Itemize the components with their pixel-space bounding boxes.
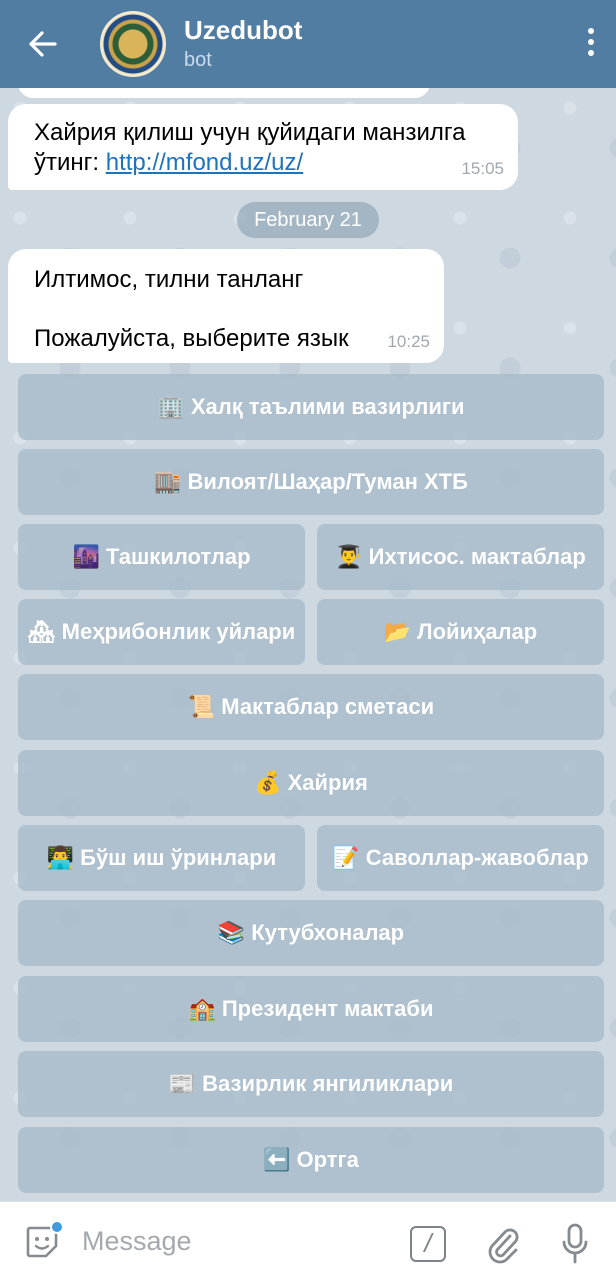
- keyboard-button-label: Хайрия: [287, 770, 368, 795]
- newspaper-icon: 📰: [168, 1071, 197, 1096]
- school-icon: 🏫: [188, 996, 216, 1021]
- keyboard-button-label: Бўш иш ўринлари: [80, 845, 277, 870]
- keyboard-button-presidential-school[interactable]: 🏫 Президент мактаби: [18, 976, 604, 1042]
- keyboard-button-faq[interactable]: 📝 Саволлар-жавоблар: [317, 825, 604, 891]
- chat-title: Uzedubot: [184, 15, 303, 45]
- office-building-icon: 🏢: [157, 394, 185, 419]
- books-icon: 📚: [217, 920, 246, 945]
- keyboard-button-charity[interactable]: 💰 Хайрия: [18, 750, 604, 816]
- chat-subtitle: bot: [184, 49, 212, 71]
- arrow-left-icon: [29, 31, 57, 57]
- message-input[interactable]: Message: [82, 1226, 192, 1257]
- message-bubble[interactable]: Хайрия қилиш учун қуйидаги манзилга ўтин…: [8, 104, 518, 190]
- back-button[interactable]: [0, 0, 86, 88]
- bot-avatar[interactable]: [100, 11, 166, 77]
- keyboard-button-label: Лойиҳалар: [417, 619, 538, 644]
- message-link[interactable]: http://mfond.uz/uz/: [106, 149, 303, 176]
- keyboard-button-back[interactable]: ⬅️ Ортга: [18, 1127, 604, 1193]
- student-icon: 👨‍🎓: [335, 544, 363, 569]
- message-time: 10:25: [387, 332, 430, 351]
- message-input-bar: Message /: [0, 1201, 616, 1280]
- keyboard-button-label: Халқ таълими вазирлиги: [190, 394, 465, 419]
- message-bubble-partial: [18, 88, 430, 98]
- keyboard-button-organizations[interactable]: 🌆 Ташкилотлар: [18, 524, 305, 590]
- houses-icon: 🏘: [27, 619, 56, 644]
- date-separator: February 21: [237, 202, 379, 238]
- keyboard-button-label: Саволлар-жавоблар: [365, 845, 589, 870]
- memo-icon: 📝: [332, 845, 360, 870]
- scroll-icon: 📜: [187, 694, 216, 719]
- keyboard-button-label: Ортга: [296, 1147, 359, 1172]
- keyboard-button-label: Вазирлик янгиликлари: [202, 1071, 454, 1096]
- notification-dot: [50, 1220, 64, 1234]
- keyboard-button-regional[interactable]: 🏬 Вилоят/Шаҳар/Туман ХТБ: [18, 449, 604, 515]
- keyboard-button-news[interactable]: 📰 Вазирлик янгиликлари: [18, 1051, 604, 1117]
- chat-header: Uzedubot bot: [0, 0, 616, 88]
- keyboard-button-ministry[interactable]: 🏢 Халқ таълими вазирлиги: [18, 374, 604, 440]
- paperclip-icon[interactable]: [484, 1224, 520, 1264]
- bot-command-icon[interactable]: /: [410, 1226, 446, 1262]
- keyboard-button-projects[interactable]: 📂 Лойиҳалар: [317, 599, 604, 665]
- chat-title-block[interactable]: Uzedubot bot: [184, 14, 302, 74]
- city-icon: 🌆: [72, 544, 100, 569]
- folder-icon: 📂: [383, 619, 412, 644]
- keyboard-button-label: Мактаблар сметаси: [221, 694, 435, 719]
- keyboard-button-label: Президент мактаби: [221, 996, 434, 1021]
- keyboard-button-label: Ташкилотлар: [105, 544, 251, 569]
- arrow-left-box-icon: ⬅️: [263, 1147, 291, 1172]
- keyboard-button-orphanages[interactable]: 🏘 Меҳрибонлик уйлари: [18, 599, 305, 665]
- more-vertical-icon[interactable]: [586, 28, 596, 60]
- keyboard-button-label: Меҳрибонлик уйлари: [61, 619, 296, 644]
- microphone-icon[interactable]: [560, 1222, 590, 1266]
- message-line: Илтимос, тилни танланг: [34, 266, 304, 293]
- keyboard-button-vacancies[interactable]: 👨‍💻 Бўш иш ўринлари: [18, 825, 305, 891]
- keyboard-button-school-budget[interactable]: 📜 Мактаблар сметаси: [18, 674, 604, 740]
- keyboard-button-label: Кутубхоналар: [251, 920, 405, 945]
- technologist-icon: 👨‍💻: [46, 845, 75, 870]
- message-bubble[interactable]: Илтимос, тилни танланг Пожалуйста, выбер…: [8, 249, 444, 363]
- keyboard-button-libraries[interactable]: 📚 Кутубхоналар: [18, 900, 604, 966]
- message-line: Пожалуйста, выберите язык: [34, 325, 349, 352]
- keyboard-button-specialized-schools[interactable]: 👨‍🎓 Ихтисос. мактаблар: [317, 524, 604, 590]
- department-store-icon: 🏬: [154, 469, 182, 494]
- keyboard-button-label: Вилоят/Шаҳар/Туман ХТБ: [187, 469, 468, 494]
- money-bag-icon: 💰: [254, 770, 282, 795]
- message-time: 15:05: [461, 159, 504, 178]
- keyboard-button-label: Ихтисос. мактаблар: [368, 544, 586, 569]
